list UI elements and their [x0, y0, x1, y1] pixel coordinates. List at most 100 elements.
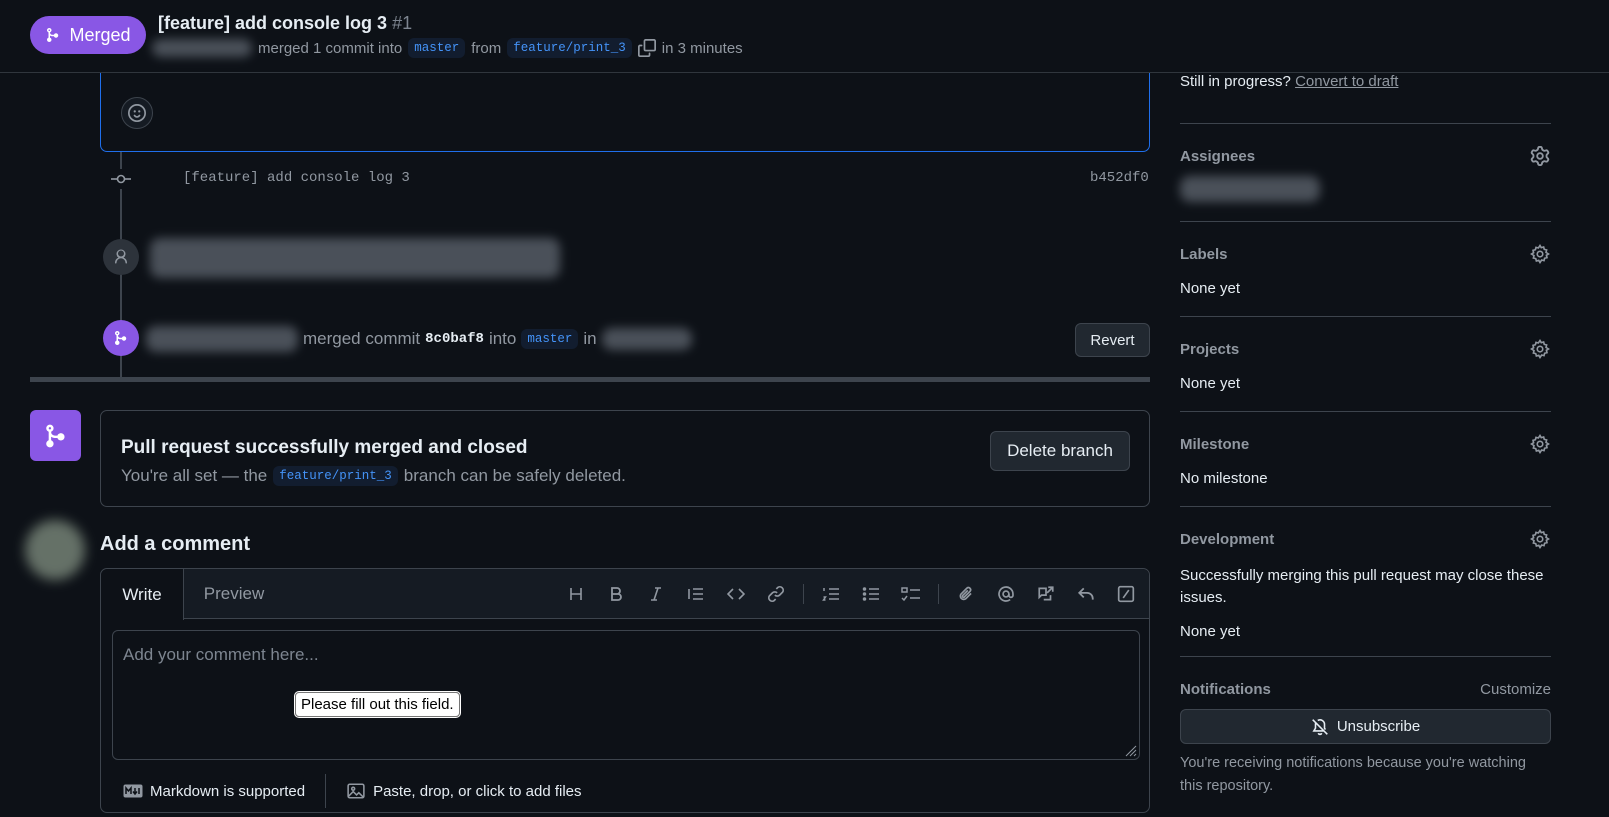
link-icon[interactable]	[763, 581, 789, 607]
unsubscribe-button[interactable]: Unsubscribe	[1180, 709, 1551, 744]
git-merge-icon	[103, 320, 139, 356]
draft-prompt-text: Still in progress?	[1180, 73, 1291, 90]
labels-heading: Labels	[1180, 246, 1228, 263]
author-blurred[interactable]	[152, 39, 252, 57]
attach-files-button[interactable]: Paste, drop, or click to add files	[346, 782, 582, 800]
sticky-header: Merged [feature] add console log 3 #1 me…	[0, 0, 1609, 73]
markdown-icon	[123, 784, 143, 798]
notifications-heading: Notifications	[1180, 681, 1271, 698]
gear-icon[interactable]	[1529, 243, 1551, 265]
git-commit-icon	[111, 169, 131, 189]
tab-write[interactable]: Write	[101, 569, 184, 620]
toolbar-divider	[938, 584, 939, 604]
assignees-section: Assignees	[1180, 123, 1551, 221]
convert-to-draft-link[interactable]: Convert to draft	[1295, 73, 1398, 90]
toolbar-divider	[803, 584, 804, 604]
footer-divider	[325, 774, 327, 808]
comment-placeholder: Add your comment here...	[123, 645, 319, 664]
draft-prompt: Still in progress? Convert to draft	[1180, 73, 1398, 90]
unordered-list-icon[interactable]	[858, 581, 884, 607]
merge-into-text: into	[488, 329, 517, 348]
labels-section: Labels None yet	[1180, 221, 1551, 316]
commit-message-link[interactable]: [feature] add console log 3	[183, 170, 410, 186]
gear-icon[interactable]	[1529, 338, 1551, 360]
mention-icon[interactable]	[993, 581, 1019, 607]
merge-status-description: You're all set — the feature/print_3 bra…	[121, 466, 626, 486]
development-section: Development Successfully merging this pu…	[1180, 506, 1551, 656]
commit-sha-link[interactable]: b452df0	[1090, 170, 1149, 186]
timeline-end-divider	[30, 377, 1150, 382]
merged-text: merged 1 commit into	[258, 39, 403, 57]
bold-icon[interactable]	[603, 581, 629, 607]
bell-slash-icon	[1311, 718, 1328, 735]
unsubscribe-label: Unsubscribe	[1336, 718, 1421, 735]
validation-tooltip: Please fill out this field.	[294, 691, 461, 718]
milestone-heading: Milestone	[1180, 436, 1250, 453]
tab-preview[interactable]: Preview	[184, 569, 284, 619]
notifications-note: You're receiving notifications because y…	[1180, 755, 1526, 794]
comment-textarea[interactable]: Add your comment here... Please fill out…	[112, 630, 1140, 760]
base-branch-tag[interactable]: master	[408, 38, 466, 58]
task-list-icon[interactable]	[898, 581, 924, 607]
milestone-section: Milestone No milestone	[1180, 411, 1551, 506]
development-note: Successfully merging this pull request m…	[1180, 567, 1544, 606]
code-icon[interactable]	[723, 581, 749, 607]
merge-status-desc-before: You're all set — the	[121, 466, 268, 485]
milestone-value: No milestone	[1180, 470, 1268, 487]
gear-icon[interactable]	[1529, 433, 1551, 455]
head-branch-tag[interactable]: feature/print_3	[507, 38, 632, 58]
pr-merge-summary: merged 1 commit into master from feature…	[152, 38, 743, 58]
avatar	[25, 520, 85, 580]
quote-icon[interactable]	[683, 581, 709, 607]
image-icon	[347, 783, 365, 799]
pr-description-comment	[100, 60, 1150, 152]
ordered-list-icon[interactable]	[818, 581, 844, 607]
merged-status-badge: Merged	[30, 16, 146, 54]
merge-status-desc-after: branch can be safely deleted.	[403, 466, 626, 485]
heading-icon[interactable]	[563, 581, 589, 607]
projects-heading: Projects	[1180, 341, 1240, 358]
markdown-support-link[interactable]: Markdown is supported	[123, 783, 305, 800]
smiley-icon	[128, 104, 146, 122]
delete-branch-button[interactable]: Delete branch	[990, 431, 1130, 471]
attach-note: Paste, drop, or click to add files	[373, 782, 582, 800]
copy-icon[interactable]	[637, 39, 656, 57]
italic-icon[interactable]	[643, 581, 669, 607]
timeline-event-blurred	[150, 238, 560, 278]
cross-reference-icon[interactable]	[1033, 581, 1059, 607]
slash-command-icon[interactable]	[1113, 581, 1139, 607]
merger-blurred[interactable]	[146, 326, 298, 352]
notifications-section: Notifications Customize Unsubscribe You'…	[1180, 656, 1551, 816]
merge-branch-tag[interactable]: master	[521, 329, 579, 349]
comment-editor: Write Preview Add your comment here... P…	[100, 568, 1150, 813]
pr-number: #1	[392, 13, 413, 33]
projects-section: Projects None yet	[1180, 316, 1551, 411]
merge-status-title: Pull request successfully merged and clo…	[121, 437, 528, 458]
gear-icon[interactable]	[1529, 145, 1551, 167]
assignee-blurred[interactable]	[1180, 176, 1320, 202]
editor-tabs: Write Preview	[101, 569, 1149, 620]
add-comment-heading: Add a comment	[100, 533, 251, 555]
merge-in-text: in	[583, 329, 597, 348]
deletable-branch-tag[interactable]: feature/print_3	[273, 466, 398, 486]
pr-title-text: [feature] add console log 3	[158, 13, 388, 33]
customize-notifications-link[interactable]: Customize	[1480, 681, 1551, 698]
pr-title: [feature] add console log 3 #1	[158, 13, 412, 34]
labels-value: None yet	[1180, 280, 1241, 297]
gear-icon[interactable]	[1529, 528, 1551, 550]
merge-event-text: merged commit	[303, 329, 421, 348]
reply-icon[interactable]	[1073, 581, 1099, 607]
git-merge-icon	[30, 410, 81, 461]
git-merge-icon	[47, 28, 59, 42]
merge-time: in 3 minutes	[661, 39, 743, 57]
development-heading: Development	[1180, 531, 1275, 548]
paperclip-icon[interactable]	[953, 581, 979, 607]
resize-handle-icon[interactable]	[1123, 743, 1137, 757]
editor-footer: Markdown is supported Paste, drop, or cl…	[101, 769, 1149, 813]
revert-button[interactable]: Revert	[1075, 323, 1150, 357]
add-reaction-button[interactable]	[121, 97, 153, 129]
assignees-heading: Assignees	[1180, 148, 1256, 165]
markdown-note: Markdown is supported	[150, 782, 306, 800]
merge-event: merged commit 8c0baf8 into master in	[146, 326, 692, 352]
merge-commit-sha[interactable]: 8c0baf8	[425, 331, 484, 347]
